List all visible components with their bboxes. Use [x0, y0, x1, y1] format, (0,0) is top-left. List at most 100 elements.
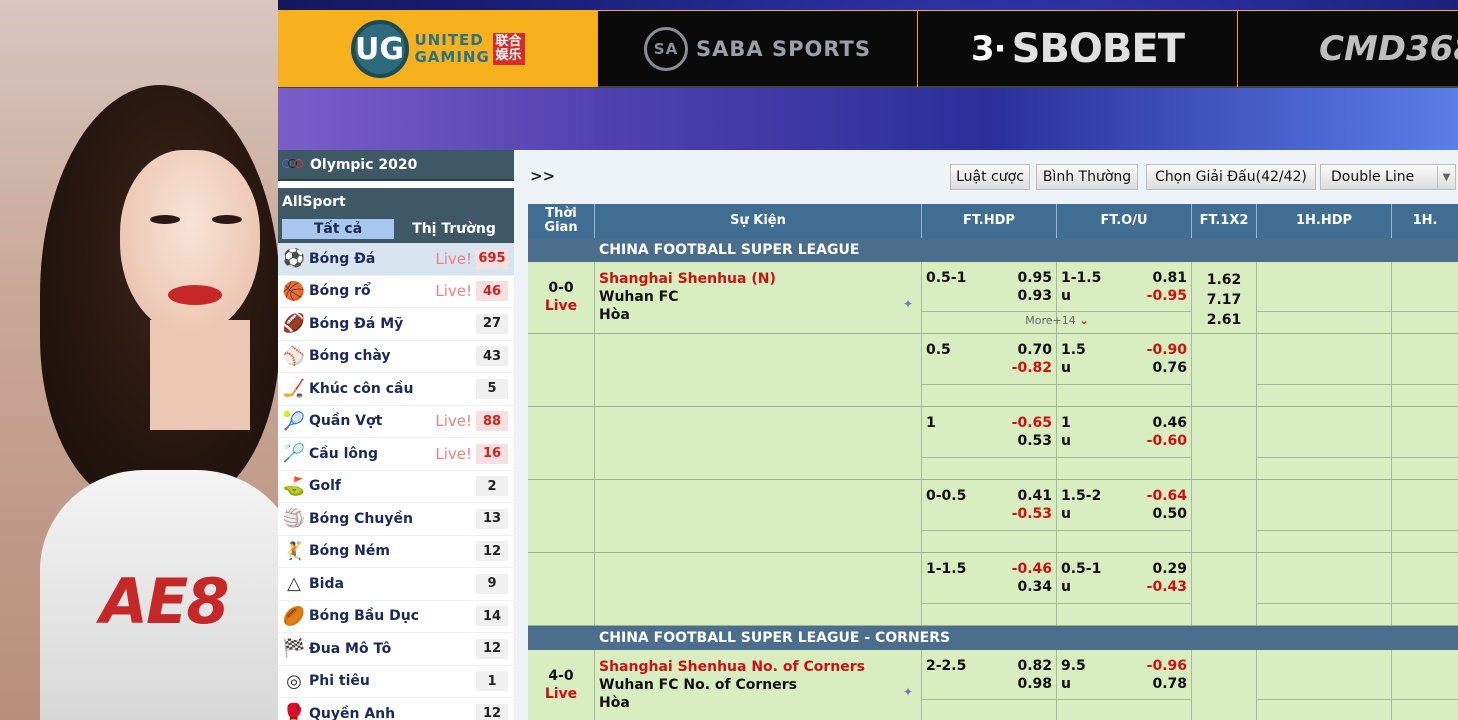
normal-view-button[interactable]: Bình Thường — [1036, 164, 1138, 190]
ou-odds-under[interactable]: 0.76 — [1152, 360, 1187, 376]
sidebar-item-sport[interactable]: 🎾 Quần Vợt Live! 88 — [278, 406, 514, 438]
brand-united-gaming[interactable]: UG UNITED GAMING 联合娱乐 — [278, 11, 598, 87]
x12-odds[interactable]: 2.61 — [1192, 310, 1256, 330]
tennis-icon: 🎾 — [282, 410, 306, 432]
sub-line — [922, 699, 1056, 720]
table-cell — [1257, 650, 1392, 720]
favorite-star-icon[interactable]: ✦ — [903, 685, 913, 699]
hdp-odds-away[interactable]: 0.53 — [1017, 433, 1052, 449]
tab-all[interactable]: Tất cả — [282, 219, 394, 239]
ou-value: 1.5-2 — [1061, 488, 1102, 504]
expand-arrows-icon[interactable]: >> — [530, 167, 555, 185]
handball-icon: 🤾 — [282, 540, 306, 562]
sidebar-item-sport[interactable]: 🏀 Bóng rổ Live! 46 — [278, 276, 514, 308]
ou-odds-over[interactable]: -0.64 — [1147, 488, 1187, 504]
tab-market[interactable]: Thị Trường — [398, 219, 510, 239]
team-home[interactable]: Shanghai Shenhua (N) — [599, 270, 921, 288]
hdp-odds-home[interactable]: -0.46 — [1012, 561, 1052, 577]
hdp-odds-home[interactable]: 0.70 — [1017, 342, 1052, 358]
favorite-star-icon[interactable]: ✦ — [903, 297, 913, 311]
odds-grid: Thời Gian Sự Kiện FT.HDP FT.O/U FT.1X2 1H… — [528, 204, 1458, 720]
sidebar-item-sport[interactable]: ⚾ Bóng chày 43 — [278, 341, 514, 373]
brand-cmd368[interactable]: CMD368 — [1238, 11, 1458, 87]
under-label: u — [1061, 360, 1071, 376]
sport-name: Bida — [309, 575, 344, 592]
x12-odds[interactable]: 7.17 — [1192, 290, 1256, 310]
toolbar: >> Luật cược Bình Thường Chọn Giải Đấu(4… — [514, 150, 1458, 202]
sidebar-item-sport[interactable]: 🤾 Bóng Ném 12 — [278, 536, 514, 568]
promo-model-image: AE8 — [0, 0, 278, 720]
badminton-icon: 🏸 — [282, 443, 306, 465]
hdp-odds-home[interactable]: 0.82 — [1017, 658, 1052, 674]
sub-line — [1257, 311, 1391, 333]
x12-odds[interactable]: 1.62 — [1192, 270, 1256, 290]
sidebar-item-sport[interactable]: △ Bida 9 — [278, 568, 514, 601]
ou-odds-under[interactable]: 0.50 — [1152, 506, 1187, 522]
ou-odds-under[interactable]: -0.43 — [1147, 579, 1187, 595]
table-row: 0-0 Live Shanghai Shenhua (N) Wuhan FC Hòa ✦ 0… — [528, 262, 1458, 334]
sport-count: 14 — [476, 606, 508, 627]
american-football-icon: 🏈 — [282, 313, 306, 335]
hdp-odds-away[interactable]: 0.34 — [1017, 579, 1052, 595]
sidebar-item-sport[interactable]: ⛳ Golf 2 — [278, 471, 514, 503]
table-cell: 0-0 Live — [528, 262, 595, 333]
double-line-select[interactable]: Double Line ▼ — [1320, 164, 1456, 190]
sidebar-item-sport[interactable]: 🏐 Bóng Chuyền 13 — [278, 503, 514, 536]
ou-odds-under[interactable]: -0.95 — [1147, 288, 1187, 304]
ou-odds-over[interactable]: 0.46 — [1152, 415, 1187, 431]
hdp-line: 2-2.5 0.82 0.98 — [922, 650, 1056, 700]
olympic-rings-icon — [282, 158, 304, 171]
col-event: Sự Kiện — [595, 204, 922, 238]
baseball-icon: ⚾ — [282, 345, 306, 367]
ou-odds-over[interactable]: 0.29 — [1152, 561, 1187, 577]
hdp-odds-away[interactable]: -0.53 — [1012, 506, 1052, 522]
sidebar-item-sport[interactable]: 🏁 Đua Mô Tô 12 — [278, 633, 514, 666]
hdp-odds-home[interactable]: 0.95 — [1017, 270, 1052, 286]
team-home[interactable]: Shanghai Shenhua No. of Corners — [599, 658, 921, 676]
table-cell — [1192, 650, 1257, 720]
ou-value: 1 — [1061, 415, 1071, 431]
basketball-icon: 🏀 — [282, 280, 306, 302]
draw-label: Hòa — [599, 307, 630, 323]
sidebar-item-sport[interactable]: 🏉 Bóng Bầu Dục 14 — [278, 601, 514, 633]
sub-line — [1392, 699, 1458, 720]
table-cell — [1257, 262, 1392, 333]
table-row: 1-1.5 -0.46 0.34 0.5-1 u 0.29 -0.43 — [528, 553, 1458, 626]
promo-logo: AE8 — [100, 565, 229, 638]
table-cell — [595, 334, 922, 406]
sbobet-logo-icon: 3· — [971, 29, 1007, 69]
hdp-odds-away[interactable]: 0.98 — [1017, 676, 1052, 692]
under-label: u — [1061, 288, 1071, 304]
sport-count: 16 — [476, 443, 508, 464]
ou-odds-over[interactable]: -0.90 — [1147, 342, 1187, 358]
sidebar-item-sport[interactable]: ⚽ Bóng Đá Live! 695 — [278, 243, 514, 276]
ou-odds-over[interactable]: 0.81 — [1152, 270, 1187, 286]
ou-odds-over[interactable]: -0.96 — [1147, 658, 1187, 674]
hdp-odds-away[interactable]: 0.93 — [1017, 288, 1052, 304]
hdp-odds-home[interactable]: -0.65 — [1012, 415, 1052, 431]
more-markets-link[interactable]: More+14 ⌄ — [922, 314, 1192, 327]
sub-line — [1057, 384, 1191, 406]
hdp-odds-home[interactable]: 0.41 — [1017, 488, 1052, 504]
ou-line: 1.5-2 u -0.64 0.50 — [1057, 480, 1191, 530]
ou-odds-under[interactable]: 0.78 — [1152, 676, 1187, 692]
sidebar-item-sport[interactable]: 🏈 Bóng Đá Mỹ 27 — [278, 308, 514, 341]
table-cell — [1392, 650, 1458, 720]
hdp-odds-away[interactable]: -0.82 — [1012, 360, 1052, 376]
table-cell: Shanghai Shenhua (N) Wuhan FC Hòa ✦ — [595, 262, 922, 333]
rules-button[interactable]: Luật cược — [950, 164, 1030, 190]
brand-sbobet[interactable]: 3· SBOBET — [918, 11, 1238, 87]
sport-count: 43 — [476, 346, 508, 367]
sidebar-item-sport[interactable]: 🥊 Quyền Anh 12 — [278, 698, 514, 720]
brand-saba-sports[interactable]: SA SABA SPORTS — [598, 11, 918, 87]
sidebar-item-sport[interactable]: 🏸 Cầu lông Live! 16 — [278, 438, 514, 471]
match-teams: Shanghai Shenhua No. of Corners Wuhan FC … — [595, 650, 921, 712]
team-away[interactable]: Wuhan FC No. of Corners — [599, 676, 921, 694]
brand-cn-name: 联合娱乐 — [492, 33, 525, 65]
sidebar-item-sport[interactable]: 🏒 Khúc côn cầu 5 — [278, 373, 514, 406]
ou-odds-under[interactable]: -0.60 — [1147, 433, 1187, 449]
sidebar-item-sport[interactable]: ◎ Phi tiêu 1 — [278, 666, 514, 698]
olympic-header[interactable]: Olympic 2020 — [278, 150, 514, 181]
select-league-button[interactable]: Chọn Giải Đấu(42/42) — [1146, 164, 1316, 190]
team-away[interactable]: Wuhan FC — [599, 288, 921, 306]
